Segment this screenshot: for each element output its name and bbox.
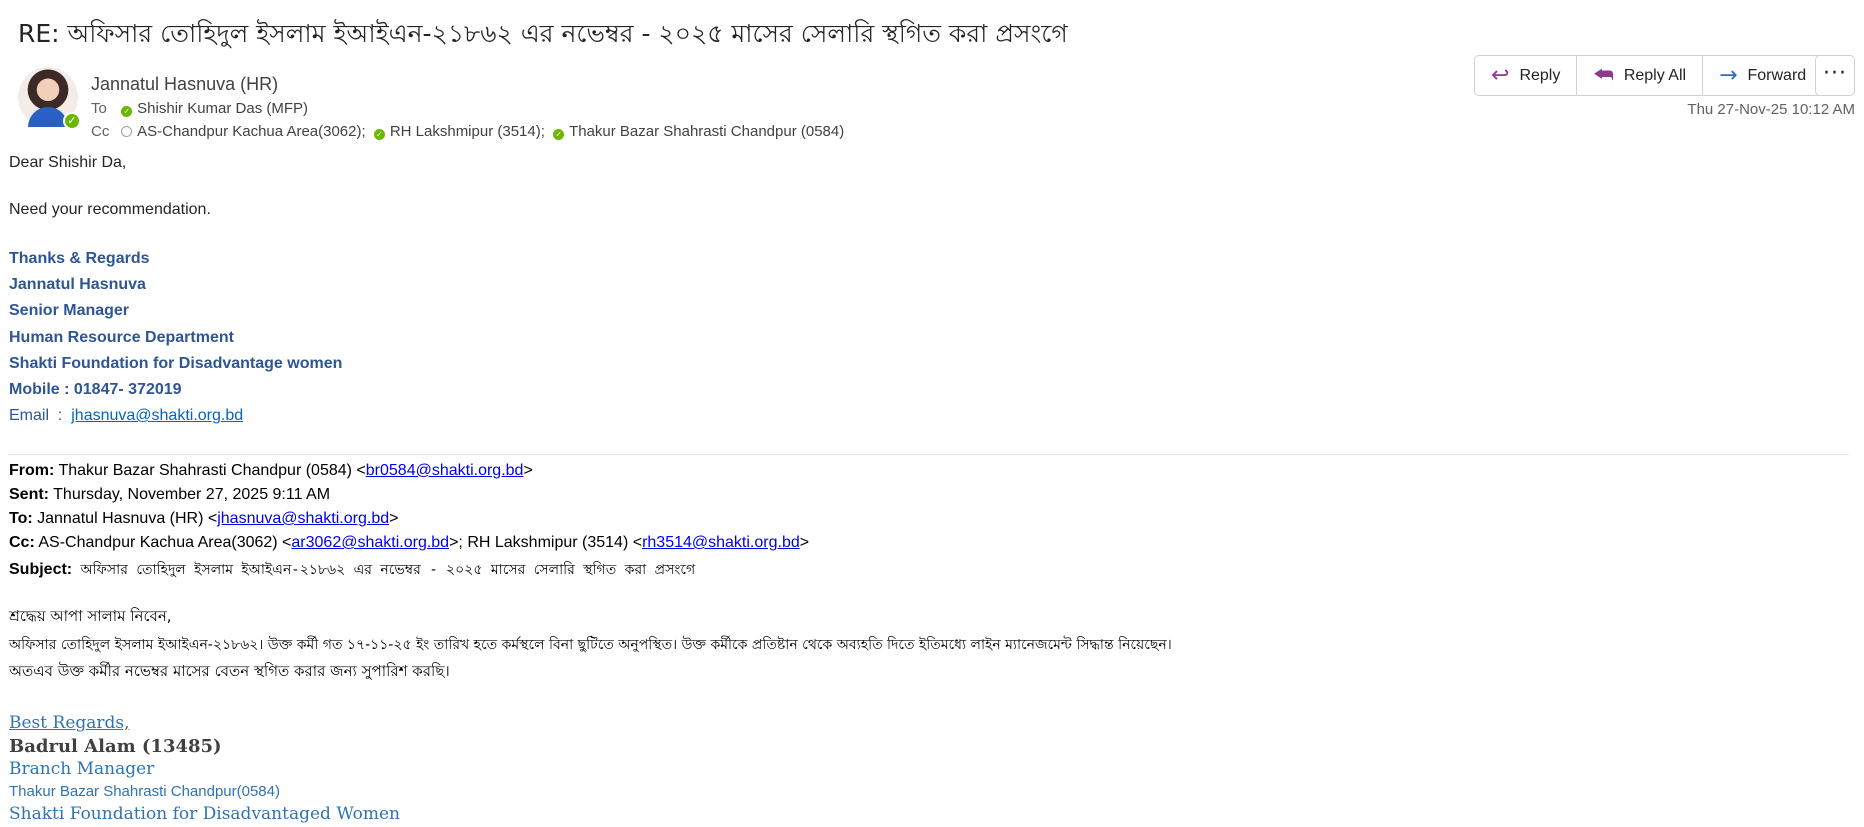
cc-recipient[interactable]: Thakur Bazar Shahrasti Chandpur (0584) [569,123,844,140]
quoted-signature-name: Badrul Alam (13485) [9,736,222,757]
quoted-from: From: Thakur Bazar Shahrasti Chandpur (0… [9,462,533,480]
message-actions-toolbar: ↩ Reply ⮪ Reply All → Forward [1474,55,1824,96]
quoted-cc2-email-link[interactable]: rh3514@shakti.org.bd [642,534,800,551]
quoted-sent-label: Sent: [9,486,49,503]
quoted-to-label: To: [9,510,33,527]
message-line: Need your recommendation. [9,201,211,218]
quoted-to-value: Jannatul Hasnuva (HR) < [32,510,218,527]
received-date: Thu 27-Nov-25 10:12 AM [1687,101,1855,118]
quoted-body-request: অতএব উক্ত কর্মীর নভেম্বর মাসের বেতন স্থগ… [9,662,450,680]
reply-all-button[interactable]: ⮪ Reply All [1577,56,1704,95]
quoted-bracket: > [523,462,533,479]
reply-arrow-icon: ↩ [1491,62,1510,88]
quoted-signature-title: Branch Manager [9,759,155,779]
quoted-body-paragraph: অফিসার তোহিদুল ইসলাম ইআইএন-২১৮৬২। উক্ত ক… [9,637,1172,653]
quoted-sent-value: Thursday, November 27, 2025 9:11 AM [49,486,331,503]
to-line: To ✓ Shishir Kumar Das (MFP) [91,100,312,117]
quoted-sent: Sent: Thursday, November 27, 2025 9:11 A… [9,486,330,504]
quoted-subject-label: Subject: [9,561,73,578]
forward-button[interactable]: → Forward [1703,56,1822,95]
greeting: Dear Shishir Da, [9,154,127,171]
signature-email-label: Email : [9,407,72,424]
to-recipient[interactable]: Shishir Kumar Das (MFP) [137,100,308,117]
signature-department: Human Resource Department [9,329,234,346]
quoted-subject-value: অফিসার তোহিদুল ইসলাম ইআইএন-২১৮৬২ এর নভেম… [72,562,696,578]
signature-regards: Thanks & Regards [9,250,150,267]
quoted-to: To: Jannatul Hasnuva (HR) <jhasnuva@shak… [9,510,398,528]
cc-recipient[interactable]: AS-Chandpur Kachua Area(3062); [137,123,365,140]
sender-avatar[interactable]: ✓ [18,67,81,130]
presence-available-icon: ✓ [553,129,565,140]
more-actions-button[interactable]: ··· [1815,55,1855,96]
quoted-signature-regards: Best Regards, [9,713,130,733]
presence-available-icon: ✓ [63,112,81,130]
ellipsis-icon: ··· [1823,61,1847,86]
reply-all-arrow-icon: ⮪ [1593,62,1614,88]
quoted-signature-organization: Shakti Foundation for Disadvantaged Wome… [9,804,401,824]
quoted-from-label: From: [9,462,55,479]
quoted-divider [9,454,1849,455]
cc-recipient[interactable]: RH Lakshmipur (3514); [390,123,545,140]
signature-name: Jannatul Hasnuva [9,276,146,293]
to-label: To [91,100,107,117]
quoted-from-value: Thakur Bazar Shahrasti Chandpur (0584) < [54,462,366,479]
sender-name[interactable]: Jannatul Hasnuva (HR) [91,74,278,95]
forward-label: Forward [1747,66,1807,84]
cc-label: Cc [91,123,110,140]
forward-arrow-icon: → [1719,62,1738,88]
signature-mobile: Mobile : 01847- 372019 [9,381,182,398]
quoted-cc1-email-link[interactable]: ar3062@shakti.org.bd [291,534,449,551]
quoted-cc-label: Cc: [9,534,35,551]
quoted-to-email-link[interactable]: jhasnuva@shakti.org.bd [217,510,389,527]
quoted-bracket: > [799,534,810,551]
reply-button[interactable]: ↩ Reply [1475,56,1578,95]
email-subject: RE: অফিসার তোহিদুল ইসলাম ইআইএন-২১৮৬২ এর … [18,19,1068,48]
avatar-shirt [28,107,68,127]
presence-offline-icon [121,126,133,137]
reply-all-label: Reply All [1623,66,1687,84]
quoted-cc2-value: >; RH Lakshmipur (3514) < [449,534,643,551]
presence-available-icon: ✓ [373,129,385,140]
cc-line: Cc AS-Chandpur Kachua Area(3062); ✓ RH La… [91,123,848,140]
presence-available-icon: ✓ [121,106,133,117]
quoted-from-email-link[interactable]: br0584@shakti.org.bd [366,462,524,479]
signature-organization: Shakti Foundation for Disadvantage women [9,355,343,372]
signature-email-link[interactable]: jhasnuva@shakti.org.bd [71,407,243,424]
signature-title: Senior Manager [9,302,130,319]
quoted-body-salutation: শ্রদ্ধেয় আপা সালাম নিবেন, [9,607,172,625]
reply-label: Reply [1519,66,1561,84]
quoted-subject: Subject: অফিসার তোহিদুল ইসলাম ইআইএন-২১৮৬… [9,558,695,582]
quoted-bracket: > [389,510,399,527]
quoted-cc: Cc: AS-Chandpur Kachua Area(3062) <ar306… [9,534,809,552]
quoted-cc1-value: AS-Chandpur Kachua Area(3062) < [34,534,292,551]
signature-email-line: Email : jhasnuva@shakti.org.bd [9,407,243,425]
quoted-signature-branch: Thakur Bazar Shahrasti Chandpur(0584) [9,783,280,800]
